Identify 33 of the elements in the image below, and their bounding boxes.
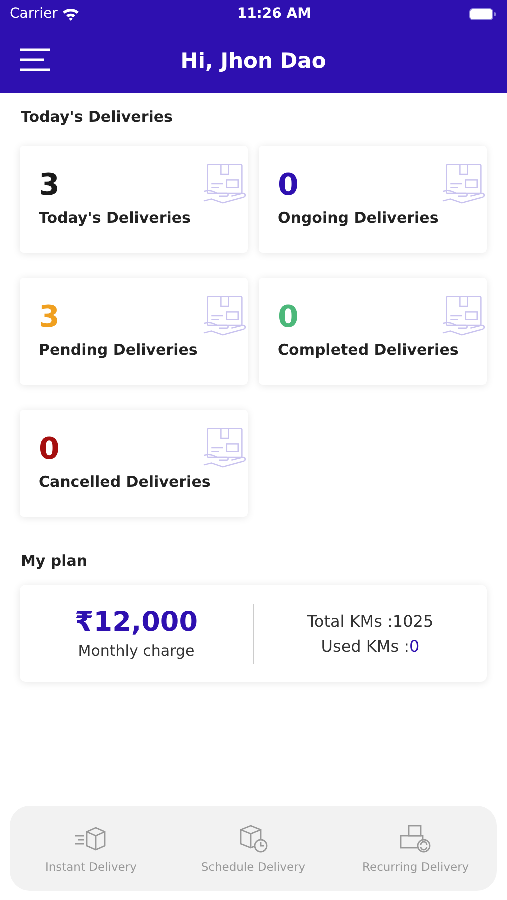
delivery-count: 0 bbox=[278, 168, 299, 203]
clock-time: 11:26 AM bbox=[237, 6, 312, 22]
parcel-in-hand-icon bbox=[441, 163, 487, 205]
parcel-in-hand-icon bbox=[202, 163, 248, 205]
delivery-label: Ongoing Deliveries bbox=[278, 209, 440, 227]
menu-button[interactable] bbox=[18, 48, 52, 72]
delivery-count: 0 bbox=[278, 300, 299, 335]
delivery-label: Cancelled Deliveries bbox=[39, 473, 212, 491]
used-kms: Used KMs :0 bbox=[321, 636, 420, 658]
delivery-label: Completed Deliveries bbox=[278, 341, 460, 359]
carrier-label: Carrier bbox=[10, 6, 58, 22]
parcel-in-hand-icon bbox=[202, 427, 248, 469]
greeting-title: Hi, Jhon Dao bbox=[180, 48, 326, 72]
menu-icon bbox=[18, 48, 52, 72]
parcel-in-hand-icon bbox=[202, 295, 248, 337]
section-title: Today's Deliveries bbox=[21, 108, 174, 126]
plan-amount: ₹12,000 bbox=[75, 607, 198, 638]
delivery-card[interactable]: 0 Completed Deliveries bbox=[259, 278, 487, 385]
parcel-in-hand-icon bbox=[441, 295, 487, 337]
delivery-label: Pending Deliveries bbox=[39, 341, 199, 359]
delivery-card[interactable]: 0 Ongoing Deliveries bbox=[259, 146, 487, 253]
delivery-label: Today's Deliveries bbox=[39, 209, 192, 227]
delivery-count: 3 bbox=[39, 168, 60, 203]
wifi-icon bbox=[62, 7, 80, 21]
delivery-count: 3 bbox=[39, 300, 60, 335]
total-kms: Total KMs :1025 bbox=[307, 610, 434, 632]
delivery-count: 0 bbox=[39, 432, 60, 467]
battery-icon bbox=[468, 8, 497, 20]
delivery-card[interactable]: 3 Pending Deliveries bbox=[20, 278, 248, 385]
section-title: My plan bbox=[21, 552, 89, 570]
delivery-card[interactable]: 0 Cancelled Deliveries bbox=[20, 410, 248, 517]
delivery-card[interactable]: 3 Today's Deliveries bbox=[20, 146, 248, 253]
amount-label: Monthly charge bbox=[77, 642, 196, 660]
